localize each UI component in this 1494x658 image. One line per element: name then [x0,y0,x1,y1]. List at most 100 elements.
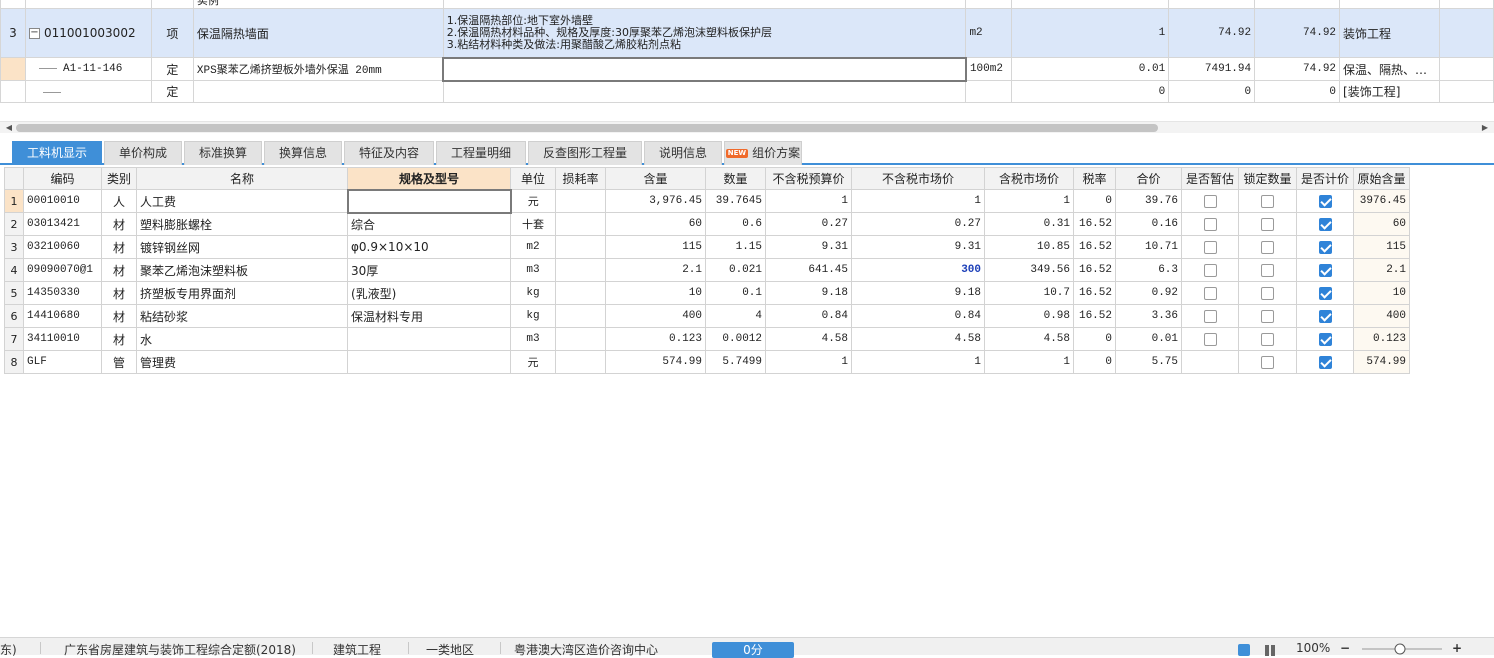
table-row[interactable]: 4 09090070@1 材聚苯乙烯泡沫塑料板 30厚 m3 2.1 0.021 641.45… [4,258,1410,282]
priced-checkbox-cell[interactable] [1296,189,1354,213]
item-name[interactable]: 保温隔热墙面 [192,8,444,58]
resource-budget-price[interactable]: 0.84 [765,304,852,328]
quota-name[interactable]: XPS聚苯乙烯挤塑板外墙外保温 20mm [192,57,444,81]
priced-checkbox-cell[interactable] [1296,258,1354,282]
resource-name[interactable]: 聚苯乙烯泡沫塑料板 [136,258,348,282]
resource-loss-rate[interactable] [555,281,606,305]
resource-code[interactable]: 00010010 [23,189,102,213]
resource-market-price[interactable]: 300 [851,258,985,282]
bill-item-row[interactable]: 3 −011001003002 项 保温隔热墙面 1.保温隔热部位:地下室外墙壁… [0,8,1494,58]
lock-qty-checkbox-cell[interactable] [1238,212,1297,236]
provisional-checkbox[interactable] [1203,287,1217,300]
resource-category[interactable]: 材 [101,258,137,282]
resource-budget-price[interactable]: 9.31 [765,235,852,259]
quota-price[interactable]: 0 [1168,80,1256,103]
resource-loss-rate[interactable] [555,212,606,236]
lock-qty-checkbox[interactable] [1261,310,1274,323]
lock-qty-checkbox-cell[interactable] [1238,350,1297,374]
header-content[interactable]: 含量 [605,167,706,190]
status-quota[interactable]: 广东省房屋建筑与装饰工程综合定额(2018) [64,641,296,658]
resource-budget-price[interactable]: 4.58 [765,327,852,351]
priced-checkbox-cell[interactable] [1296,304,1354,328]
resource-code[interactable]: 34110010 [23,327,102,351]
resource-spec[interactable]: φ0.9×10×10 [347,235,511,259]
quota-price[interactable]: 7491.94 [1168,57,1256,81]
resource-spec[interactable]: (乳液型) [347,281,511,305]
resource-tax-rate[interactable]: 0 [1073,350,1116,374]
provisional-checkbox[interactable] [1203,333,1217,346]
header-market-price-tax[interactable]: 含税市场价 [984,167,1074,190]
resource-budget-price[interactable]: 0.27 [765,212,852,236]
resource-category[interactable]: 材 [101,212,137,236]
resource-market-price[interactable]: 1 [851,350,985,374]
resource-market-price[interactable]: 0.27 [851,212,985,236]
resource-name[interactable]: 人工费 [136,189,348,213]
row-number[interactable]: 4 [4,258,24,282]
resource-content[interactable]: 574.99 [605,350,706,374]
zoom-slider[interactable] [1362,642,1442,656]
quota-category[interactable]: [装饰工程] [1339,80,1440,103]
resource-market-price[interactable]: 9.31 [851,235,985,259]
quota-code-cell[interactable] [24,80,152,103]
priced-checkbox[interactable] [1318,356,1332,369]
quota-qty[interactable]: 0.01 [1011,57,1170,81]
resource-total[interactable]: 39.76 [1115,189,1182,213]
lock-qty-checkbox-cell[interactable] [1238,235,1297,259]
row-number[interactable]: 7 [4,327,24,351]
resource-total[interactable]: 0.92 [1115,281,1182,305]
provisional-checkbox-cell[interactable] [1181,235,1239,259]
resource-quantity[interactable]: 0.021 [705,258,766,282]
header-provisional[interactable]: 是否暂估 [1181,167,1239,190]
resource-unit[interactable]: 元 [510,350,556,374]
resource-market-price-tax[interactable]: 0.98 [984,304,1074,328]
resource-market-price-tax[interactable]: 10.85 [984,235,1074,259]
header-priced[interactable]: 是否计价 [1296,167,1354,190]
provisional-checkbox[interactable] [1203,310,1217,323]
resource-original-content[interactable]: 0.123 [1353,327,1410,351]
quota-total[interactable]: 0 [1254,80,1341,103]
lock-qty-checkbox[interactable] [1261,287,1274,300]
quota-type[interactable]: 定 [150,57,194,81]
quota-unit[interactable] [965,80,1013,103]
scroll-left-icon[interactable]: ◀ [3,122,15,134]
header-spec[interactable]: 规格及型号 [347,167,511,190]
resource-loss-rate[interactable] [555,327,606,351]
resource-content[interactable]: 400 [605,304,706,328]
priced-checkbox-cell[interactable] [1296,350,1354,374]
header-total[interactable]: 合价 [1115,167,1182,190]
resource-tax-rate[interactable]: 16.52 [1073,212,1116,236]
priced-checkbox-cell[interactable] [1296,235,1354,259]
lock-qty-checkbox-cell[interactable] [1238,189,1297,213]
resource-tax-rate[interactable]: 16.52 [1073,258,1116,282]
resource-name[interactable]: 挤塑板专用界面剂 [136,281,348,305]
status-region[interactable]: 一类地区 [426,641,474,658]
resource-quantity[interactable]: 5.7499 [705,350,766,374]
priced-checkbox[interactable] [1318,218,1332,231]
resource-original-content[interactable]: 400 [1353,304,1410,328]
table-row[interactable]: 1 00010010 人人工费元 3,976.45 39.7645 1 1 1 0 39.76 39… [4,188,1410,214]
tab-graphic-quantity[interactable]: 反查图形工程量 [528,141,642,165]
column-view-icon[interactable] [1264,644,1276,656]
provisional-checkbox[interactable] [1203,241,1217,254]
provisional-checkbox-cell[interactable] [1181,350,1239,374]
item-category[interactable]: 装饰工程 [1339,8,1440,58]
lock-qty-checkbox-cell[interactable] [1238,304,1297,328]
resource-unit[interactable]: m2 [510,235,556,259]
layout-view-icon[interactable] [1238,644,1250,656]
resource-original-content[interactable]: 60 [1353,212,1410,236]
resource-loss-rate[interactable] [555,235,606,259]
lock-qty-checkbox-cell[interactable] [1238,281,1297,305]
tab-features[interactable]: 特征及内容 [344,141,434,165]
item-qty[interactable]: 1 [1011,8,1170,58]
quota-name[interactable] [192,80,444,103]
table-row[interactable]: 8 GLF 管管理费元 574.99 5.7499 1 1 1 0 5.75 574.99 [4,350,1410,374]
priced-checkbox[interactable] [1318,264,1332,277]
resource-name[interactable]: 塑料膨胀螺栓 [136,212,348,236]
resource-code[interactable]: 14410680 [23,304,102,328]
lock-qty-checkbox[interactable] [1261,356,1274,369]
resource-category[interactable]: 材 [101,327,137,351]
quota-unit[interactable]: 100m2 [965,57,1013,81]
tab-conversion-info[interactable]: 换算信息 [264,141,342,165]
resource-name[interactable]: 管理费 [136,350,348,374]
provisional-checkbox-cell[interactable] [1181,327,1239,351]
